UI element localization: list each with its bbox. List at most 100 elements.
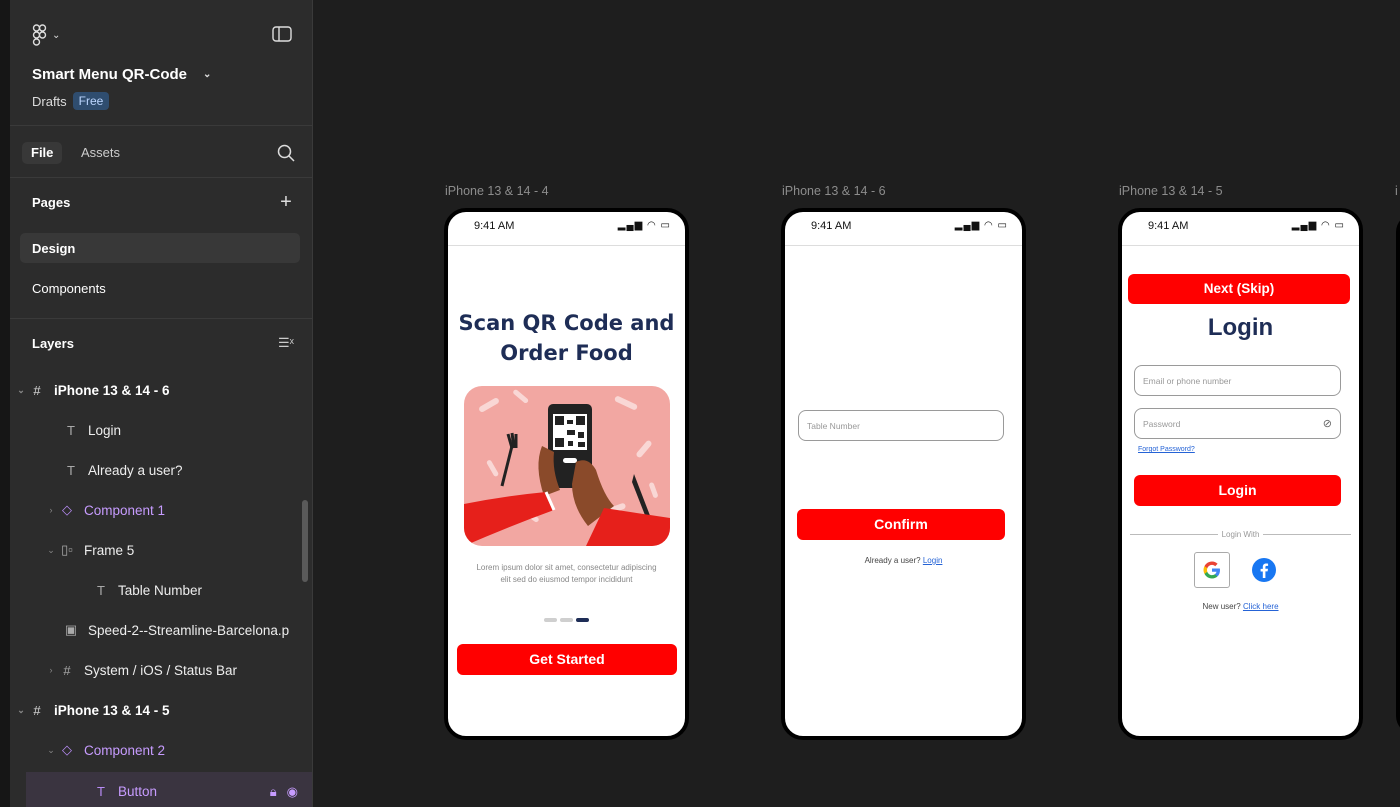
search-icon xyxy=(277,144,295,162)
phone-frame-partial[interactable] xyxy=(1396,214,1400,734)
eye-slash-icon[interactable]: ⊘ xyxy=(1323,417,1332,430)
main-menu-button[interactable]: ⌄ xyxy=(32,22,62,48)
file-location: Drafts Free xyxy=(32,92,110,110)
chevron-down-icon[interactable]: ⌄ xyxy=(44,545,58,556)
layer-text-row[interactable]: T Table Number xyxy=(10,570,312,610)
layer-frame-row[interactable]: ⌄ # iPhone 13 & 14 - 5 xyxy=(10,690,312,730)
layers-header: Layers xyxy=(32,336,74,351)
text-layer-icon: T xyxy=(97,783,105,799)
signal-wifi-battery-icon: ▂▄▆ ◠ ▭ xyxy=(1291,220,1345,231)
chevron-down-icon[interactable]: ⌄ xyxy=(14,705,28,716)
status-time: 9:41 AM xyxy=(1148,220,1189,232)
layer-label: Already a user? xyxy=(88,462,183,478)
phone-frame-login[interactable]: 9:41 AM ▂▄▆ ◠ ▭ Next (Skip) Login Email … xyxy=(1118,208,1363,740)
chevron-right-icon[interactable]: › xyxy=(44,665,58,675)
eye-icon[interactable]: ◉ xyxy=(287,784,298,800)
plan-badge[interactable]: Free xyxy=(72,92,110,110)
page-item-components[interactable]: Components xyxy=(20,273,300,303)
search-layers-button[interactable] xyxy=(276,143,296,163)
layer-label: iPhone 13 & 14 - 5 xyxy=(54,702,170,718)
chevron-down-icon[interactable]: ⌄ xyxy=(44,745,58,756)
frame-label-partial[interactable]: i xyxy=(1395,184,1398,198)
add-page-button[interactable]: + xyxy=(276,192,296,212)
phone-frame-onboarding[interactable]: 9:41 AM ▂▄▆ ◠ ▭ Scan QR Code and Order F… xyxy=(444,208,689,740)
layers-scrollbar[interactable] xyxy=(302,500,308,582)
new-user-label: New user? xyxy=(1202,602,1241,611)
status-time: 9:41 AM xyxy=(811,220,852,232)
pagination-dots[interactable] xyxy=(544,618,589,622)
onboarding-title[interactable]: Scan QR Code and Order Food xyxy=(448,308,685,368)
login-link[interactable]: Login xyxy=(923,556,943,565)
divider xyxy=(10,318,312,319)
lock-icon[interactable]: 🔒︎ xyxy=(270,784,277,800)
frame-label[interactable]: iPhone 13 & 14 - 4 xyxy=(445,184,549,198)
pages-header: Pages xyxy=(32,195,71,210)
click-here-link[interactable]: Click here xyxy=(1243,602,1279,611)
tab-file[interactable]: File xyxy=(22,142,63,164)
layer-label: Table Number xyxy=(118,582,203,598)
already-user-label: Already a user? xyxy=(864,556,921,565)
layer-text-row-selected[interactable]: T Button 🔒︎ ◉ xyxy=(26,772,312,807)
file-name-menu[interactable]: Smart Menu QR-Code ⌄ xyxy=(32,66,211,83)
component-diamond-icon: ◇ xyxy=(62,502,72,517)
login-title: Login xyxy=(1207,314,1274,341)
pagination-dot-active[interactable] xyxy=(576,618,589,622)
layer-component-row[interactable]: ⌄ ◇ Component 2 xyxy=(10,730,312,770)
component-diamond-icon: ◇ xyxy=(62,742,72,757)
design-canvas[interactable]: iPhone 13 & 14 - 4 9:41 AM ▂▄▆ ◠ ▭ Scan … xyxy=(314,0,1400,807)
auto-layout-frame-icon: ▯▫ xyxy=(61,542,73,557)
qr-scan-illustration[interactable] xyxy=(464,386,670,546)
new-user-text: New user? Click here xyxy=(1122,602,1359,611)
chevron-down-icon[interactable]: ⌄ xyxy=(14,385,28,396)
next-skip-button[interactable]: Next (Skip) xyxy=(1128,274,1350,304)
chevron-right-icon[interactable]: › xyxy=(44,505,58,515)
frame-label[interactable]: iPhone 13 & 14 - 6 xyxy=(782,184,886,198)
pagination-dot[interactable] xyxy=(544,618,557,622)
password-placeholder: Password xyxy=(1143,418,1181,429)
layer-label: Button xyxy=(118,783,158,799)
layer-text-row[interactable]: T Login xyxy=(10,410,312,450)
text-layer-icon: T xyxy=(97,582,105,598)
layer-text-row[interactable]: T Already a user? xyxy=(10,450,312,490)
email-field[interactable]: Email or phone number xyxy=(1134,365,1341,396)
get-started-button[interactable]: Get Started xyxy=(457,644,677,675)
collapse-layers-icon[interactable]: ☰ˣ xyxy=(278,335,294,351)
frame-hash-icon: # xyxy=(33,382,41,398)
google-icon xyxy=(1203,561,1220,579)
frame-hash-icon: # xyxy=(63,662,71,678)
left-sidebar: ⌄ Smart Menu QR-Code ⌄ Drafts Free File … xyxy=(0,0,313,807)
status-bar: 9:41 AM ▂▄▆ ◠ ▭ xyxy=(1122,212,1359,246)
window-edge xyxy=(0,0,10,807)
layer-frame-child-row[interactable]: › # System / iOS / Status Bar xyxy=(10,650,312,690)
panel-icon xyxy=(272,26,292,42)
google-login-button[interactable] xyxy=(1194,552,1230,588)
panel-tabs: File Assets xyxy=(10,127,312,178)
frame-label[interactable]: iPhone 13 & 14 - 5 xyxy=(1119,184,1223,198)
forgot-password-link[interactable]: Forgot Password? xyxy=(1138,446,1195,453)
title-line-2: Order Food xyxy=(500,341,633,365)
layer-frame-row[interactable]: ⌄ # iPhone 13 & 14 - 6 xyxy=(10,370,312,410)
login-button[interactable]: Login xyxy=(1134,475,1341,506)
layer-component-row[interactable]: › ◇ Component 1 xyxy=(10,490,312,530)
signal-wifi-battery-icon: ▂▄▆ ◠ ▭ xyxy=(954,220,1008,231)
facebook-login-button[interactable] xyxy=(1246,552,1282,588)
table-number-input[interactable]: Table Number xyxy=(798,410,1004,441)
layer-frame-child-row[interactable]: ⌄ ▯▫ Frame 5 xyxy=(10,530,312,570)
password-field[interactable]: Password ⊘ xyxy=(1134,408,1341,439)
status-bar: 9:41 AM ▂▄▆ ◠ ▭ xyxy=(785,212,1022,246)
sidebar-toggle-button[interactable] xyxy=(272,26,292,42)
image-layer-icon: ▣ xyxy=(64,622,78,637)
layer-image-row[interactable]: ▣ Speed-2--Streamline-Barcelona.p xyxy=(10,610,312,650)
confirm-button[interactable]: Confirm xyxy=(797,509,1005,540)
drafts-label[interactable]: Drafts xyxy=(32,94,67,109)
facebook-icon xyxy=(1252,558,1276,582)
text-layer-icon: T xyxy=(67,422,75,438)
page-item-design[interactable]: Design xyxy=(20,233,300,263)
chevron-down-icon: ⌄ xyxy=(203,69,212,80)
onboarding-description[interactable]: Lorem ipsum dolor sit amet, consectetur … xyxy=(472,562,661,586)
figma-logo-icon xyxy=(32,24,47,46)
phone-frame-table-number[interactable]: 9:41 AM ▂▄▆ ◠ ▭ Table Number Confirm Alr… xyxy=(781,208,1026,740)
tab-assets[interactable]: Assets xyxy=(72,142,129,164)
pagination-dot[interactable] xyxy=(560,618,573,622)
frame-hash-icon: # xyxy=(33,702,41,718)
